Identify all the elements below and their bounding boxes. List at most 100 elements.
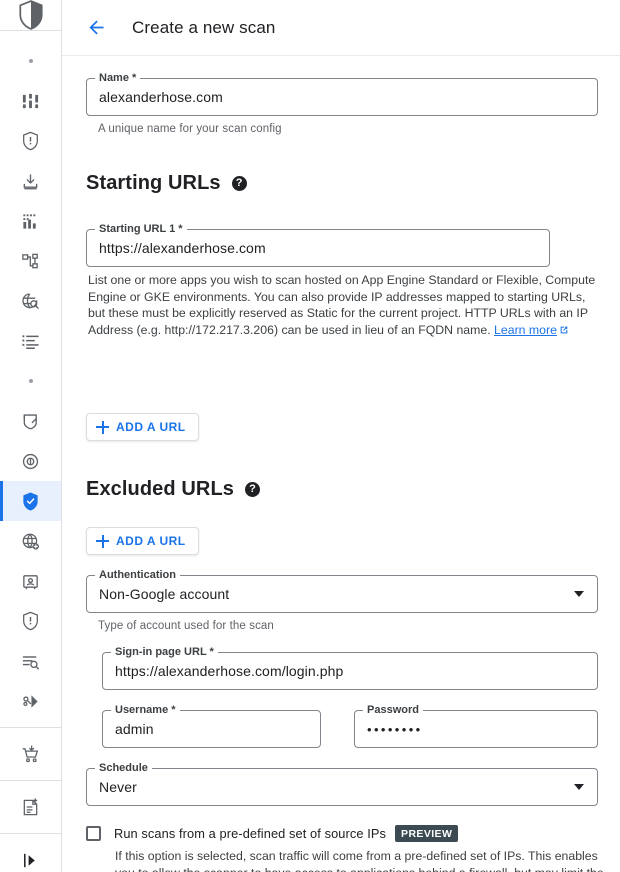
rail-item-expand-panel[interactable] bbox=[0, 840, 61, 872]
external-link-icon bbox=[559, 323, 569, 340]
shield-tag-icon bbox=[21, 412, 40, 431]
password-label: Password bbox=[363, 704, 423, 716]
rail-item-bar-chart[interactable] bbox=[0, 201, 61, 241]
scan-form: Name * alexanderhose.com A unique name f… bbox=[62, 56, 620, 872]
rail-item-id-card[interactable] bbox=[0, 561, 61, 601]
username-value: admin bbox=[115, 721, 154, 737]
rail-item-list[interactable] bbox=[0, 321, 61, 361]
excluded-urls-heading: Excluded URLs ? bbox=[86, 478, 260, 501]
target-icon bbox=[21, 452, 40, 471]
shield-alert-icon bbox=[21, 131, 40, 151]
rail-item-shield-outline[interactable] bbox=[0, 601, 61, 641]
signin-url-label: Sign-in page URL * bbox=[111, 646, 218, 658]
expand-panel-icon bbox=[21, 851, 40, 870]
starting-url-1-group: Starting URL 1 * https://alexanderhose.c… bbox=[86, 229, 550, 267]
name-field[interactable]: Name * alexanderhose.com bbox=[86, 78, 598, 116]
starting-url-1-value: https://alexanderhose.com bbox=[99, 240, 266, 256]
add-a-url-button-starting[interactable]: ADD A URL bbox=[86, 413, 199, 441]
help-icon[interactable]: ? bbox=[232, 176, 247, 191]
shield-check-icon bbox=[21, 491, 40, 512]
help-icon[interactable]: ? bbox=[245, 482, 260, 497]
rail-item-download[interactable] bbox=[0, 161, 61, 201]
main-panel: Create a new scan Name * alexanderhose.c… bbox=[62, 0, 620, 872]
key-access-icon bbox=[21, 692, 40, 711]
list-icon bbox=[21, 332, 40, 351]
starting-urls-add-url-wrap: ADD A URL bbox=[86, 413, 199, 441]
password-field[interactable]: Password •••••••• bbox=[354, 710, 598, 748]
rail-items bbox=[0, 31, 61, 721]
rail-item-target[interactable] bbox=[0, 441, 61, 481]
source-ips-description: If this option is selected, scan traffic… bbox=[115, 848, 605, 872]
password-value: •••••••• bbox=[367, 722, 423, 737]
schedule-value: Never bbox=[99, 779, 137, 795]
rail-item-topology[interactable] bbox=[0, 241, 61, 281]
authentication-select[interactable]: Authentication Non-Google account bbox=[86, 575, 598, 613]
source-ips-description-text: If this option is selected, scan traffic… bbox=[115, 849, 604, 872]
left-nav-rail bbox=[0, 0, 62, 872]
rail-item-web-security-scanner[interactable] bbox=[0, 481, 61, 521]
starting-url-1-label: Starting URL 1 * bbox=[95, 223, 187, 235]
rail-item-globe-plus[interactable] bbox=[0, 521, 61, 561]
product-logo[interactable] bbox=[0, 0, 61, 31]
rail-item-shield-tag[interactable] bbox=[0, 401, 61, 441]
starting-url-1-field[interactable]: Starting URL 1 * https://alexanderhose.c… bbox=[86, 229, 550, 267]
signin-url-field[interactable]: Sign-in page URL * https://alexanderhose… bbox=[102, 652, 598, 690]
rail-item-key-access[interactable] bbox=[0, 681, 61, 721]
rail-item-marketplace[interactable] bbox=[0, 734, 61, 774]
schedule-group: Schedule Never bbox=[86, 768, 598, 806]
excluded-urls-add-url-wrap: ADD A URL bbox=[86, 527, 199, 555]
schedule-label: Schedule bbox=[95, 762, 152, 774]
source-ips-checkbox[interactable] bbox=[86, 826, 101, 841]
source-ips-label: Run scans from a pre-defined set of sour… bbox=[114, 826, 386, 841]
authentication-value: Non-Google account bbox=[99, 586, 229, 602]
username-field[interactable]: Username * admin bbox=[102, 710, 321, 748]
rail-item-dashboard[interactable] bbox=[0, 81, 61, 121]
back-button[interactable] bbox=[78, 10, 114, 46]
starting-urls-description: List one or more apps you wish to scan h… bbox=[88, 272, 600, 339]
rail-bottom-items bbox=[0, 721, 61, 872]
dashboard-icon bbox=[21, 92, 40, 111]
source-ips-label-wrap: Run scans from a pre-defined set of sour… bbox=[114, 825, 458, 842]
authentication-label: Authentication bbox=[95, 569, 180, 581]
app-root: Create a new scan Name * alexanderhose.c… bbox=[0, 0, 620, 872]
release-notes-icon bbox=[21, 798, 40, 817]
excluded-urls-title: Excluded URLs bbox=[86, 478, 234, 501]
rail-item-dot-top[interactable] bbox=[0, 41, 61, 81]
shield-logo-icon bbox=[18, 0, 44, 30]
globe-search-icon bbox=[21, 292, 40, 311]
rail-item-log-search[interactable] bbox=[0, 641, 61, 681]
preview-badge: PREVIEW bbox=[395, 825, 458, 842]
add-a-url-button-excluded[interactable]: ADD A URL bbox=[86, 527, 199, 555]
rail-item-globe-search[interactable] bbox=[0, 281, 61, 321]
add-a-url-button-excluded-label: ADD A URL bbox=[116, 534, 186, 548]
page-title: Create a new scan bbox=[132, 18, 275, 38]
rail-divider-3 bbox=[0, 833, 61, 834]
rail-divider-2 bbox=[0, 780, 61, 781]
shield-outline-icon bbox=[21, 611, 40, 631]
authentication-helper: Type of account used for the scan bbox=[98, 620, 598, 632]
name-field-helper: A unique name for your scan config bbox=[98, 123, 598, 135]
username-label: Username * bbox=[111, 704, 180, 716]
rail-item-shield-alert[interactable] bbox=[0, 121, 61, 161]
password-group: Password •••••••• bbox=[354, 710, 598, 748]
topology-icon bbox=[21, 252, 40, 271]
dot-icon bbox=[29, 379, 33, 383]
name-field-group: Name * alexanderhose.com A unique name f… bbox=[86, 78, 598, 135]
starting-urls-title: Starting URLs bbox=[86, 172, 221, 195]
id-card-icon bbox=[21, 572, 40, 591]
arrow-back-icon bbox=[86, 17, 107, 38]
marketplace-cart-icon bbox=[21, 745, 40, 764]
source-ips-checkbox-row: Run scans from a pre-defined set of sour… bbox=[86, 825, 606, 842]
signin-url-group: Sign-in page URL * https://alexanderhose… bbox=[102, 652, 598, 690]
schedule-select[interactable]: Schedule Never bbox=[86, 768, 598, 806]
signin-url-value: https://alexanderhose.com/login.php bbox=[115, 663, 343, 679]
authentication-group: Authentication Non-Google account Type o… bbox=[86, 575, 598, 632]
name-field-label: Name * bbox=[95, 72, 140, 84]
chevron-down-icon bbox=[574, 784, 584, 790]
globe-plus-icon bbox=[21, 532, 40, 551]
rail-item-dot-mid[interactable] bbox=[0, 361, 61, 401]
log-search-icon bbox=[21, 652, 40, 671]
rail-item-release-notes[interactable] bbox=[0, 787, 61, 827]
starting-urls-learn-more-link[interactable]: Learn more bbox=[494, 323, 557, 337]
name-field-value: alexanderhose.com bbox=[99, 89, 223, 105]
